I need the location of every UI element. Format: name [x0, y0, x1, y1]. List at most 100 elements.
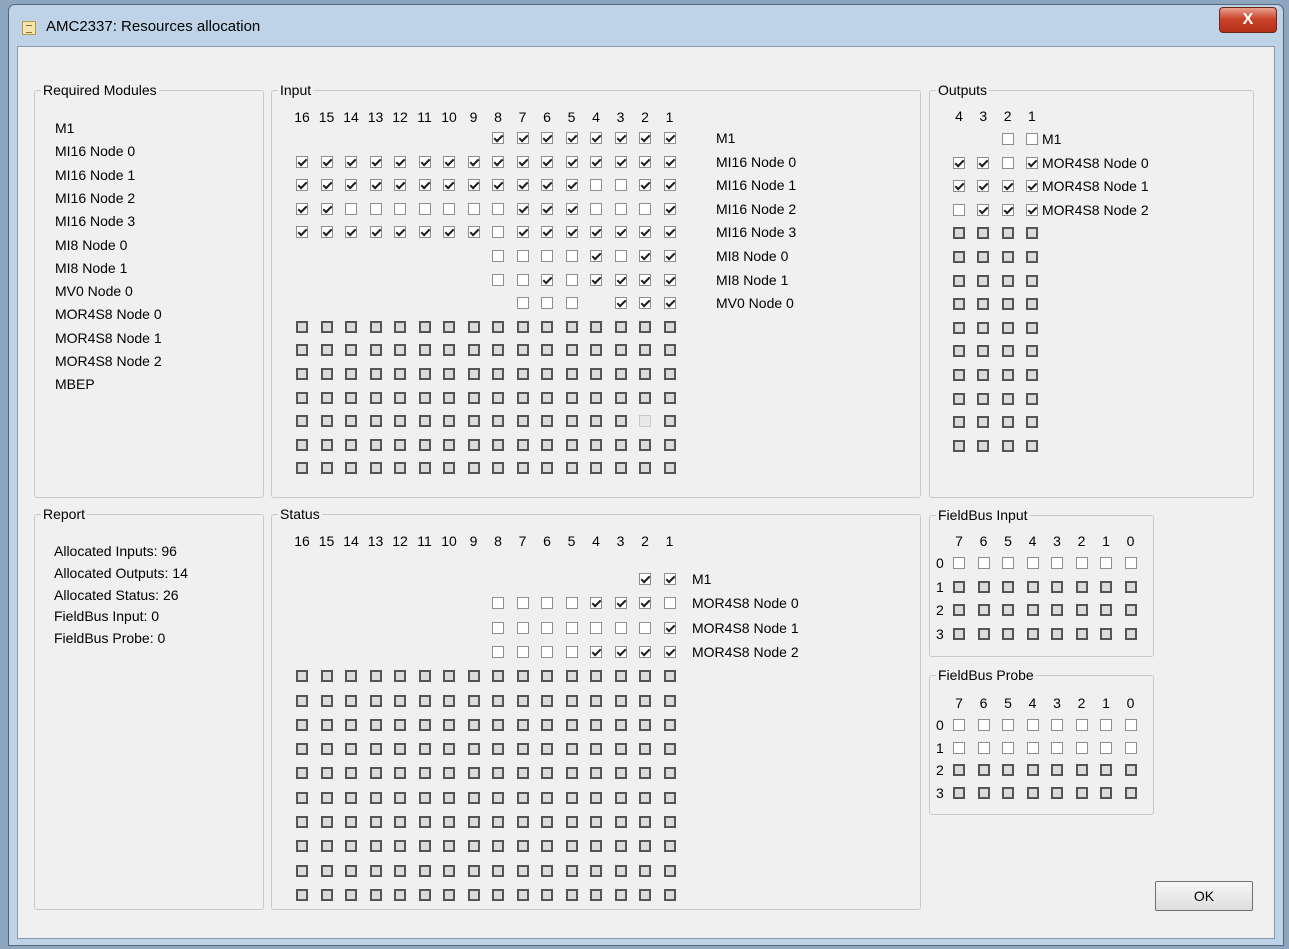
input-checkbox[interactable] — [590, 155, 602, 168]
input-checkbox[interactable] — [492, 179, 504, 192]
input-checkbox[interactable] — [443, 179, 455, 192]
status-checkbox[interactable] — [663, 645, 676, 658]
input-checkbox[interactable] — [443, 226, 455, 239]
close-button[interactable]: X — [1219, 7, 1277, 33]
fieldbus-probe-checkbox[interactable] — [1026, 719, 1039, 731]
status-checkbox[interactable] — [516, 645, 529, 658]
outputs-checkbox[interactable] — [1001, 203, 1014, 216]
input-checkbox[interactable] — [418, 179, 431, 192]
fieldbus-probe-checkbox[interactable] — [1100, 741, 1112, 754]
input-checkbox[interactable] — [516, 226, 529, 239]
input-checkbox[interactable] — [541, 155, 553, 168]
status-checkbox[interactable] — [614, 621, 627, 634]
outputs-checkbox[interactable] — [1025, 133, 1038, 145]
fieldbus-input-checkbox[interactable] — [1124, 557, 1137, 569]
input-checkbox[interactable] — [663, 273, 676, 286]
input-checkbox[interactable] — [467, 179, 480, 192]
input-checkbox[interactable] — [492, 155, 504, 168]
outputs-checkbox[interactable] — [1025, 156, 1038, 169]
status-checkbox[interactable] — [590, 597, 602, 610]
input-checkbox[interactable] — [614, 179, 627, 192]
input-checkbox[interactable] — [369, 155, 382, 168]
fieldbus-probe-checkbox[interactable] — [977, 719, 990, 731]
input-checkbox[interactable] — [516, 155, 529, 168]
status-checkbox[interactable] — [663, 573, 676, 585]
input-checkbox[interactable] — [663, 179, 676, 192]
outputs-checkbox[interactable] — [977, 180, 990, 193]
input-checkbox[interactable] — [614, 132, 627, 144]
fieldbus-input-checkbox[interactable] — [1100, 557, 1112, 569]
input-checkbox[interactable] — [320, 202, 333, 215]
fieldbus-probe-checkbox[interactable] — [1002, 741, 1014, 754]
input-checkbox[interactable] — [320, 226, 333, 239]
fieldbus-probe-checkbox[interactable] — [1051, 741, 1063, 754]
input-checkbox[interactable] — [296, 155, 308, 168]
outputs-checkbox[interactable] — [977, 203, 990, 216]
input-checkbox[interactable] — [663, 297, 676, 310]
input-checkbox[interactable] — [639, 202, 651, 215]
input-checkbox[interactable] — [516, 250, 529, 262]
input-checkbox[interactable] — [320, 179, 333, 192]
status-checkbox[interactable] — [639, 597, 651, 610]
input-checkbox[interactable] — [492, 132, 504, 144]
fieldbus-input-checkbox[interactable] — [1051, 557, 1063, 569]
status-checkbox[interactable] — [663, 597, 676, 610]
input-checkbox[interactable] — [663, 155, 676, 168]
fieldbus-probe-checkbox[interactable] — [1026, 741, 1039, 754]
input-checkbox[interactable] — [663, 132, 676, 144]
input-checkbox[interactable] — [590, 202, 602, 215]
input-checkbox[interactable] — [541, 179, 553, 192]
input-checkbox[interactable] — [369, 202, 382, 215]
status-checkbox[interactable] — [516, 597, 529, 610]
outputs-checkbox[interactable] — [1001, 180, 1014, 193]
status-checkbox[interactable] — [614, 597, 627, 610]
input-checkbox[interactable] — [467, 155, 480, 168]
fieldbus-probe-checkbox[interactable] — [953, 719, 965, 731]
fieldbus-probe-checkbox[interactable] — [953, 741, 965, 754]
fieldbus-probe-checkbox[interactable] — [1051, 719, 1063, 731]
input-checkbox[interactable] — [639, 250, 651, 262]
input-checkbox[interactable] — [418, 155, 431, 168]
input-checkbox[interactable] — [614, 250, 627, 262]
input-checkbox[interactable] — [394, 202, 406, 215]
fieldbus-input-checkbox[interactable] — [1075, 557, 1088, 569]
outputs-checkbox[interactable] — [1001, 156, 1014, 169]
input-checkbox[interactable] — [345, 179, 357, 192]
status-checkbox[interactable] — [541, 597, 553, 610]
input-checkbox[interactable] — [418, 226, 431, 239]
input-checkbox[interactable] — [467, 202, 480, 215]
outputs-checkbox[interactable] — [1025, 180, 1038, 193]
status-checkbox[interactable] — [516, 621, 529, 634]
outputs-checkbox[interactable] — [953, 203, 965, 216]
outputs-checkbox[interactable] — [1025, 203, 1038, 216]
input-checkbox[interactable] — [590, 226, 602, 239]
input-checkbox[interactable] — [492, 250, 504, 262]
input-checkbox[interactable] — [345, 226, 357, 239]
input-checkbox[interactable] — [541, 132, 553, 144]
fieldbus-probe-checkbox[interactable] — [1075, 741, 1088, 754]
input-checkbox[interactable] — [614, 155, 627, 168]
fieldbus-input-checkbox[interactable] — [1002, 557, 1014, 569]
input-checkbox[interactable] — [614, 297, 627, 310]
input-checkbox[interactable] — [663, 202, 676, 215]
input-checkbox[interactable] — [467, 226, 480, 239]
input-checkbox[interactable] — [590, 273, 602, 286]
status-checkbox[interactable] — [639, 573, 651, 585]
input-checkbox[interactable] — [565, 132, 578, 144]
fieldbus-probe-checkbox[interactable] — [1075, 719, 1088, 731]
input-checkbox[interactable] — [565, 250, 578, 262]
fieldbus-input-checkbox[interactable] — [977, 557, 990, 569]
input-checkbox[interactable] — [541, 273, 553, 286]
outputs-checkbox[interactable] — [953, 180, 965, 193]
input-checkbox[interactable] — [565, 155, 578, 168]
input-checkbox[interactable] — [492, 202, 504, 215]
status-checkbox[interactable] — [565, 621, 578, 634]
input-checkbox[interactable] — [418, 202, 431, 215]
input-checkbox[interactable] — [443, 202, 455, 215]
input-checkbox[interactable] — [345, 155, 357, 168]
input-checkbox[interactable] — [565, 226, 578, 239]
input-checkbox[interactable] — [516, 132, 529, 144]
input-checkbox[interactable] — [394, 226, 406, 239]
fieldbus-probe-checkbox[interactable] — [1124, 719, 1137, 731]
input-checkbox[interactable] — [394, 155, 406, 168]
